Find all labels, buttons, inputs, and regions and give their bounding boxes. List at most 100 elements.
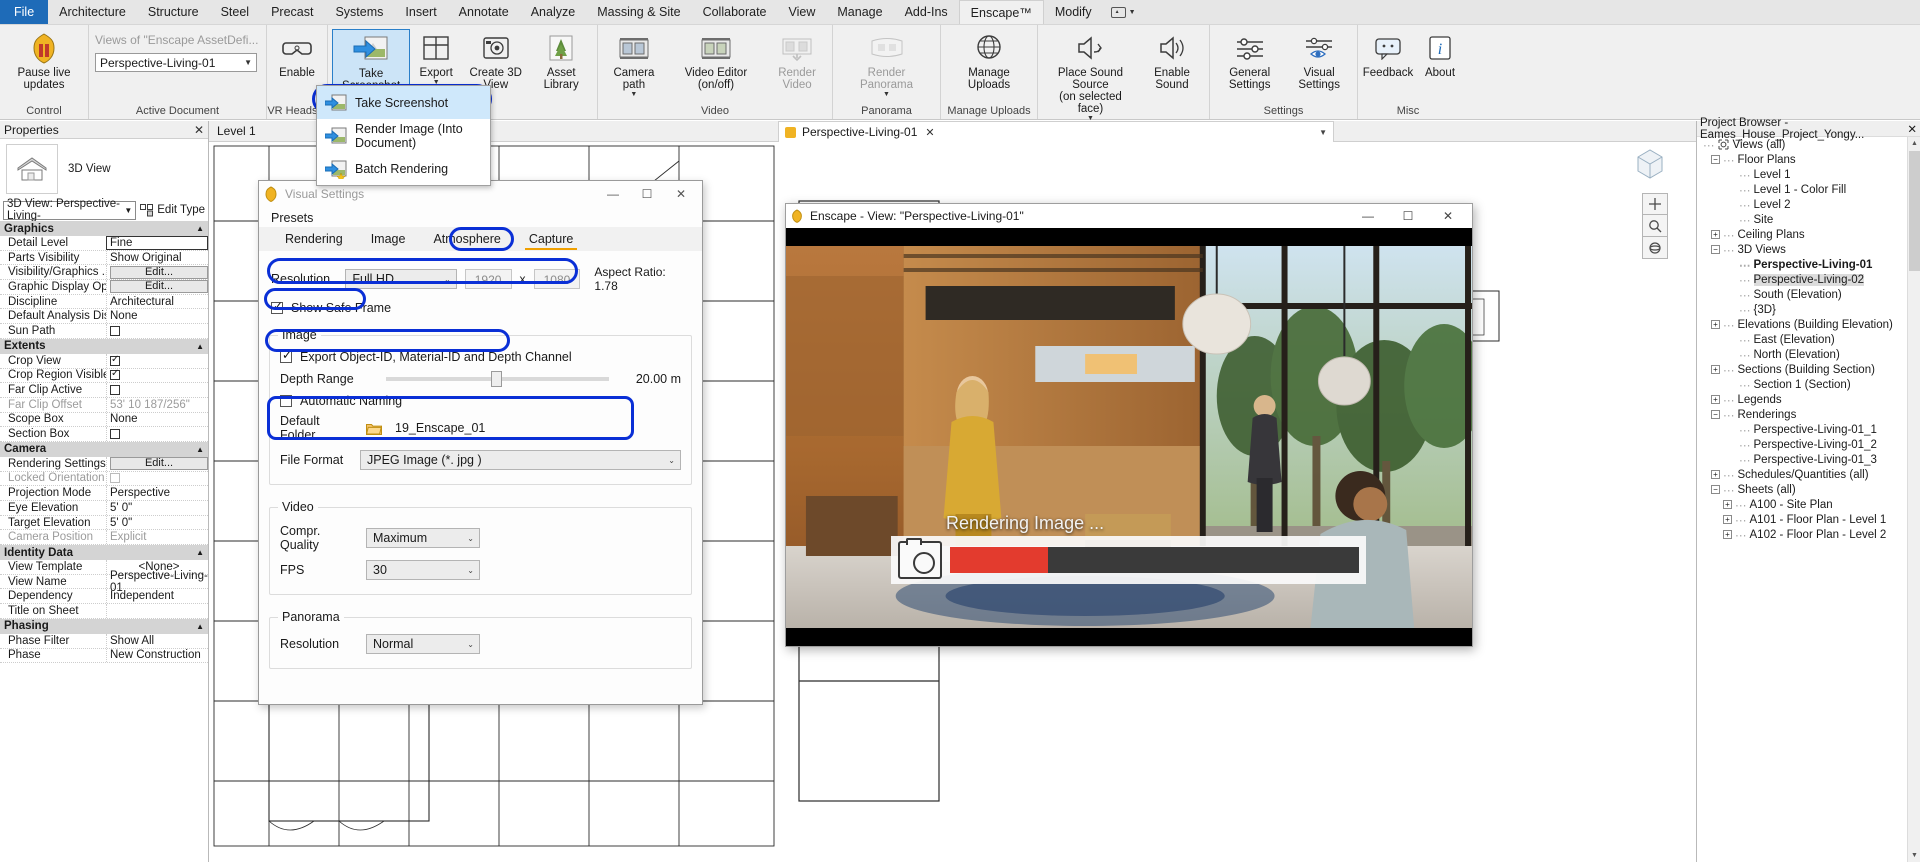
tree-node-3d[interactable]: ⋯ {3D} xyxy=(1697,302,1907,317)
video-editor-button[interactable]: Video Editor (on/off) xyxy=(666,29,766,93)
show-safe-frame-checkbox[interactable] xyxy=(271,299,283,314)
ribbon-tab-modify[interactable]: Modify xyxy=(1044,0,1103,24)
tree-node-level-1[interactable]: ⋯ Level 1 xyxy=(1697,167,1907,182)
section-box-checkbox[interactable] xyxy=(110,429,120,440)
edit-button[interactable]: Edit... xyxy=(110,280,208,294)
enscape-render-window[interactable]: Enscape - View: "Perspective-Living-01" … xyxy=(785,203,1473,647)
property-row-eye-elevation[interactable]: Eye Elevation 5' 0" xyxy=(0,501,208,516)
property-row-detail-level[interactable]: Detail Level Fine xyxy=(0,235,208,251)
view-type-selector[interactable]: 3D View: Perspective-Living- ▼ xyxy=(3,198,137,222)
enable-vr-button[interactable]: Enable xyxy=(271,29,323,81)
automatic-naming-checkbox[interactable] xyxy=(280,395,292,407)
project-browser-scrollbar[interactable]: ▲ ▼ xyxy=(1907,137,1920,862)
property-value[interactable]: New Construction xyxy=(106,648,208,663)
scroll-down-icon[interactable]: ▼ xyxy=(1908,849,1920,862)
tree-node-a100-site-plan[interactable]: + ⋯ A100 - Site Plan xyxy=(1697,497,1907,512)
collapse-icon[interactable]: − xyxy=(1711,155,1720,164)
tree-node-3d-views[interactable]: − ⋯ 3D Views xyxy=(1697,242,1907,257)
edit-type-button[interactable]: Edit Type xyxy=(140,203,205,217)
property-value[interactable]: None xyxy=(106,309,208,324)
ribbon-tab-file[interactable]: File xyxy=(0,0,49,24)
expand-icon[interactable]: + xyxy=(1723,530,1732,539)
default-folder-row[interactable]: Default Folder 19_Enscape_01 xyxy=(278,410,683,446)
ribbon-tab-analyze[interactable]: Analyze xyxy=(520,0,586,24)
edit-button[interactable]: Edit... xyxy=(110,457,208,471)
property-row-view-name[interactable]: View Name Perspective-Living-01 xyxy=(0,570,208,594)
tree-node-rendering-01-3[interactable]: ⋯ Perspective-Living-01_3 xyxy=(1697,452,1907,467)
property-row-rendering-settings[interactable]: Rendering Settings Edit... xyxy=(0,456,208,472)
tree-node-east-elevation[interactable]: ⋯ East (Elevation) xyxy=(1697,332,1907,347)
menu-item-take-screenshot[interactable]: Take Screenshot xyxy=(317,86,490,119)
ribbon-tab-steel[interactable]: Steel xyxy=(210,0,261,24)
property-row-phase-filter[interactable]: Phase Filter Show All xyxy=(0,633,208,649)
tree-node-elevations[interactable]: + ⋯ Elevations (Building Elevation) xyxy=(1697,317,1907,332)
expand-icon[interactable]: + xyxy=(1723,515,1732,524)
property-value[interactable]: 5' 0" xyxy=(106,501,208,515)
property-row-crop-view[interactable]: Crop View xyxy=(0,354,208,369)
active-view-combobox[interactable]: Perspective-Living-01 ▼ xyxy=(95,53,257,72)
tab-atmosphere[interactable]: Atmosphere xyxy=(419,227,514,251)
property-value[interactable]: Show All xyxy=(106,633,208,648)
resolution-width-input[interactable]: 1920 xyxy=(464,269,512,289)
view-cube[interactable] xyxy=(1628,143,1672,187)
compr-quality-select[interactable]: Maximum ⌄ xyxy=(366,528,480,548)
ribbon-tab-enscape[interactable]: Enscape™ xyxy=(958,0,1044,24)
property-row-title-on-sheet[interactable]: Title on Sheet xyxy=(0,604,208,619)
tree-node-rendering-01-2[interactable]: ⋯ Perspective-Living-01_2 xyxy=(1697,437,1907,452)
expand-icon[interactable]: + xyxy=(1711,470,1720,479)
maximize-button[interactable]: ☐ xyxy=(630,182,664,206)
navigation-bar[interactable] xyxy=(1642,193,1668,259)
collapse-icon[interactable]: − xyxy=(1711,485,1720,494)
tree-node-renderings[interactable]: − ⋯ Renderings xyxy=(1697,407,1907,422)
ribbon-tab-collaborate[interactable]: Collaborate xyxy=(692,0,778,24)
ribbon-tab-precast[interactable]: Precast xyxy=(260,0,324,24)
tab-capture[interactable]: Capture xyxy=(515,227,587,251)
property-row-projection-mode[interactable]: Projection Mode Perspective xyxy=(0,486,208,501)
tree-node-floor-plans[interactable]: − ⋯ Floor Plans xyxy=(1697,152,1907,167)
export-channels-row[interactable]: Export Object-ID, Material-ID and Depth … xyxy=(278,348,683,366)
close-icon[interactable]: ✕ xyxy=(194,123,204,137)
close-button[interactable]: ✕ xyxy=(664,182,698,206)
properties-section-phasing[interactable]: Phasing ▲ xyxy=(0,618,208,634)
menu-item-batch-rendering[interactable]: Batch Rendering xyxy=(317,152,490,185)
tab-image[interactable]: Image xyxy=(357,227,420,251)
ribbon-tab-architecture[interactable]: Architecture xyxy=(48,0,137,24)
asset-library-button[interactable]: Asset Library xyxy=(529,29,593,93)
minimize-button[interactable]: — xyxy=(596,182,630,206)
expand-icon[interactable]: + xyxy=(1711,395,1720,404)
scrollbar-thumb[interactable] xyxy=(1909,151,1920,271)
property-row-discipline[interactable]: Discipline Architectural xyxy=(0,294,208,310)
tree-node-sheets-all[interactable]: − ⋯ Sheets (all) xyxy=(1697,482,1907,497)
tree-node-a101-floor-plan-level-1[interactable]: + ⋯ A101 - Floor Plan - Level 1 xyxy=(1697,512,1907,527)
property-value[interactable]: Perspective xyxy=(106,486,208,500)
ribbon-tab-add-ins[interactable]: Add-Ins xyxy=(894,0,959,24)
property-value[interactable]: Show Original xyxy=(106,250,208,265)
depth-range-slider[interactable] xyxy=(386,371,609,387)
ribbon-display-options[interactable]: ▼ xyxy=(1103,0,1144,24)
general-settings-button[interactable]: General Settings xyxy=(1214,29,1285,93)
expand-icon[interactable]: + xyxy=(1711,365,1720,374)
minimize-button[interactable]: — xyxy=(1348,205,1388,228)
folder-icon[interactable] xyxy=(365,422,382,435)
tree-node-north-elevation[interactable]: ⋯ North (Elevation) xyxy=(1697,347,1907,362)
close-icon[interactable]: ✕ xyxy=(925,126,934,139)
automatic-naming-row[interactable]: Automatic Naming xyxy=(278,392,683,410)
enable-sound-button[interactable]: Enable Sound xyxy=(1139,29,1205,93)
fps-row[interactable]: FPS 30 ⌄ xyxy=(278,556,683,584)
ribbon-tab-annotate[interactable]: Annotate xyxy=(448,0,520,24)
property-row-scope-box[interactable]: Scope Box None xyxy=(0,412,208,428)
tree-node-south-elevation[interactable]: ⋯ South (Elevation) xyxy=(1697,287,1907,302)
property-row-default-analysis-display[interactable]: Default Analysis Dis...None xyxy=(0,309,208,325)
expand-icon[interactable]: + xyxy=(1711,230,1720,239)
property-value[interactable]: Independent xyxy=(106,589,208,604)
feedback-button[interactable]: Feedback xyxy=(1362,29,1414,81)
maximize-button[interactable]: ☐ xyxy=(1388,205,1428,228)
resolution-preset-select[interactable]: Full HD ⌄ xyxy=(345,269,457,289)
ribbon-tab-structure[interactable]: Structure xyxy=(137,0,210,24)
property-row-crop-region-visible[interactable]: Crop Region Visible xyxy=(0,368,208,384)
enscape-viewport[interactable]: Rendering Image ... xyxy=(786,228,1472,646)
property-row-graphic-display-options[interactable]: Graphic Display Op... Edit... xyxy=(0,280,208,295)
property-row-far-clip-active[interactable]: Far Clip Active xyxy=(0,383,208,398)
tree-node-rendering-01-1[interactable]: ⋯ Perspective-Living-01_1 xyxy=(1697,422,1907,437)
panorama-resolution-select[interactable]: Normal ⌄ xyxy=(366,634,480,654)
